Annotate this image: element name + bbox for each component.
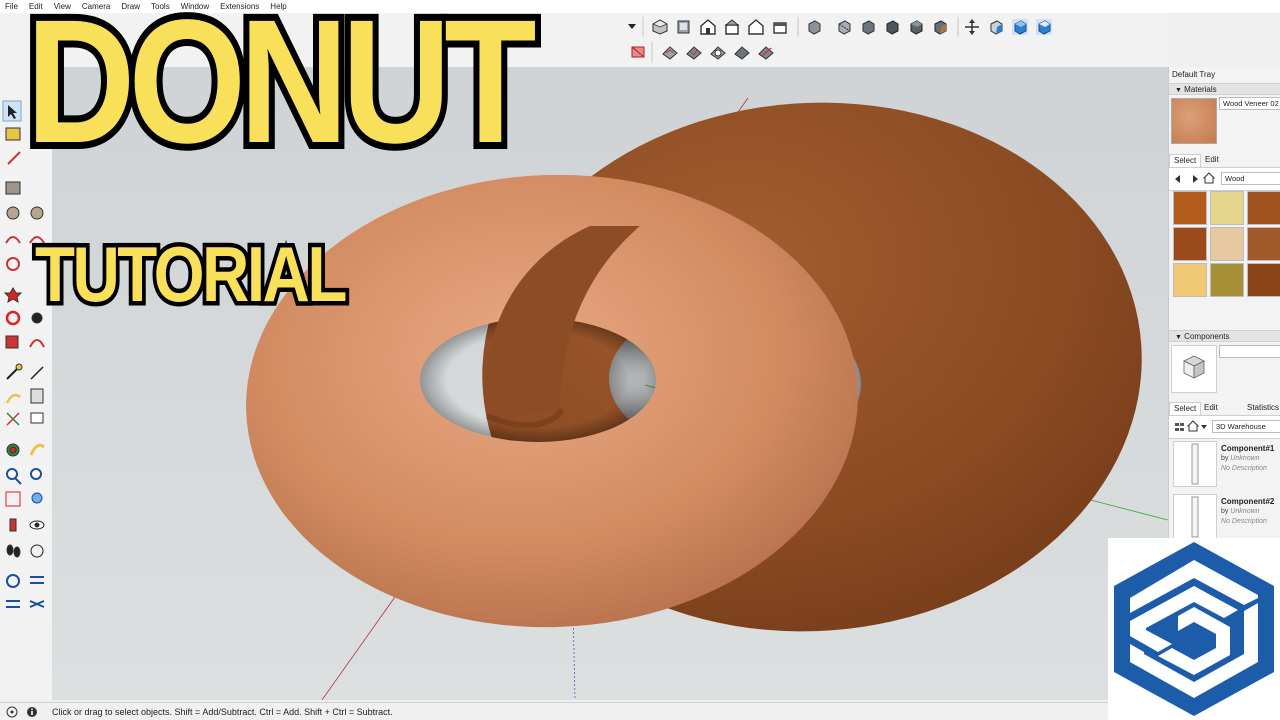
- material-swatch[interactable]: [1210, 191, 1244, 225]
- material-swatch[interactable]: [1173, 227, 1207, 261]
- materials-nav: Wood: [1169, 167, 1280, 191]
- component-thumbnail: [1173, 494, 1217, 540]
- georeference-icon[interactable]: [6, 706, 18, 718]
- smoove-icon[interactable]: [710, 44, 726, 60]
- sketchup-logo: [1108, 538, 1280, 720]
- components-header-label: Components: [1184, 332, 1230, 341]
- display-options-icon[interactable]: [1174, 421, 1186, 433]
- components-panel-header[interactable]: ▼ Components: [1169, 330, 1280, 342]
- dropdown-icon[interactable]: [1200, 423, 1208, 431]
- sketchup-window: File Edit View Camera Draw Tools Window …: [0, 0, 1280, 720]
- component-author: by Unknown: [1221, 508, 1260, 515]
- back-icon[interactable]: [1174, 174, 1184, 184]
- component-name-field[interactable]: [1219, 345, 1280, 358]
- sandbox-scratch-icon[interactable]: [686, 44, 702, 60]
- wireframe-style-icon[interactable]: [860, 19, 876, 35]
- material-swatch[interactable]: [1173, 191, 1207, 225]
- collapse-icon: ▼: [1175, 87, 1182, 94]
- hidden-line-style-icon[interactable]: [884, 19, 900, 35]
- thumbnail-subtitle: TUTORIAL: [31, 230, 351, 318]
- status-bar: Click or drag to select objects. Shift =…: [0, 702, 1280, 720]
- back-edges-style-icon[interactable]: [836, 19, 852, 35]
- perspective-icon[interactable]: [1012, 19, 1028, 35]
- components-tab-edit[interactable]: Edit: [1200, 402, 1222, 414]
- material-library-select[interactable]: Wood: [1221, 172, 1280, 185]
- components-tab-statistics[interactable]: Statistics: [1243, 402, 1280, 414]
- shaded-style-icon[interactable]: [908, 19, 924, 35]
- material-preview[interactable]: [1171, 98, 1217, 144]
- xray-style-icon[interactable]: [806, 19, 822, 35]
- materials-header-label: Materials: [1184, 85, 1217, 94]
- back-view-icon[interactable]: [748, 19, 764, 35]
- status-text: Click or drag to select objects. Shift =…: [52, 707, 393, 717]
- materials-tab-edit[interactable]: Edit: [1201, 154, 1223, 166]
- iso-view-icon[interactable]: [652, 19, 668, 35]
- forward-icon[interactable]: [1189, 174, 1199, 184]
- thumbnail-title: DONUT: [20, 0, 543, 180]
- material-swatch[interactable]: [1247, 227, 1280, 261]
- menu-file[interactable]: File: [0, 0, 24, 13]
- home-icon[interactable]: [1187, 420, 1199, 432]
- component-name: Component#1: [1221, 444, 1275, 453]
- component-author: by Unknown: [1221, 455, 1260, 462]
- material-name-field[interactable]: Wood Veneer 02: [1219, 97, 1280, 110]
- component-search-input[interactable]: 3D Warehouse: [1212, 420, 1280, 433]
- component-icon: [1183, 355, 1205, 379]
- home-icon[interactable]: [1203, 172, 1215, 184]
- materials-panel-header[interactable]: ▼ Materials: [1169, 83, 1280, 95]
- component-preview: [1171, 345, 1217, 393]
- info-icon[interactable]: [26, 706, 38, 718]
- material-swatch[interactable]: [1210, 263, 1244, 297]
- stamp-icon[interactable]: [734, 44, 750, 60]
- sketchup-logo-icon: [1114, 542, 1274, 716]
- sandbox-contours-icon[interactable]: [662, 44, 678, 60]
- standard-view-icon[interactable]: [988, 19, 1004, 35]
- material-swatch[interactable]: [1210, 227, 1244, 261]
- components-nav: 3D Warehouse: [1169, 415, 1280, 439]
- front-view-icon[interactable]: [700, 19, 716, 35]
- material-swatch[interactable]: [1247, 191, 1280, 225]
- right-view-icon[interactable]: [724, 19, 740, 35]
- component-description: No Description: [1221, 465, 1267, 472]
- materials-tab-select[interactable]: Select: [1169, 154, 1202, 167]
- orbit-icon[interactable]: [964, 19, 980, 35]
- left-view-icon[interactable]: [772, 19, 788, 35]
- section-plane-icon[interactable]: [630, 44, 646, 60]
- material-swatch[interactable]: [1247, 263, 1280, 297]
- drape-icon[interactable]: [758, 44, 774, 60]
- textured-style-icon[interactable]: [932, 19, 948, 35]
- tray-title: Default Tray: [1172, 70, 1216, 79]
- components-tab-select[interactable]: Select: [1169, 402, 1202, 415]
- section-fill-icon[interactable]: [1036, 19, 1052, 35]
- component-thumbnail: [1173, 441, 1217, 487]
- top-view-icon[interactable]: [676, 19, 692, 35]
- toolbar-dropdown-icon[interactable]: [624, 18, 640, 34]
- material-swatch[interactable]: [1173, 263, 1207, 297]
- component-name: Component#2: [1221, 497, 1275, 506]
- collapse-icon: ▼: [1175, 334, 1182, 341]
- component-description: No Description: [1221, 518, 1267, 525]
